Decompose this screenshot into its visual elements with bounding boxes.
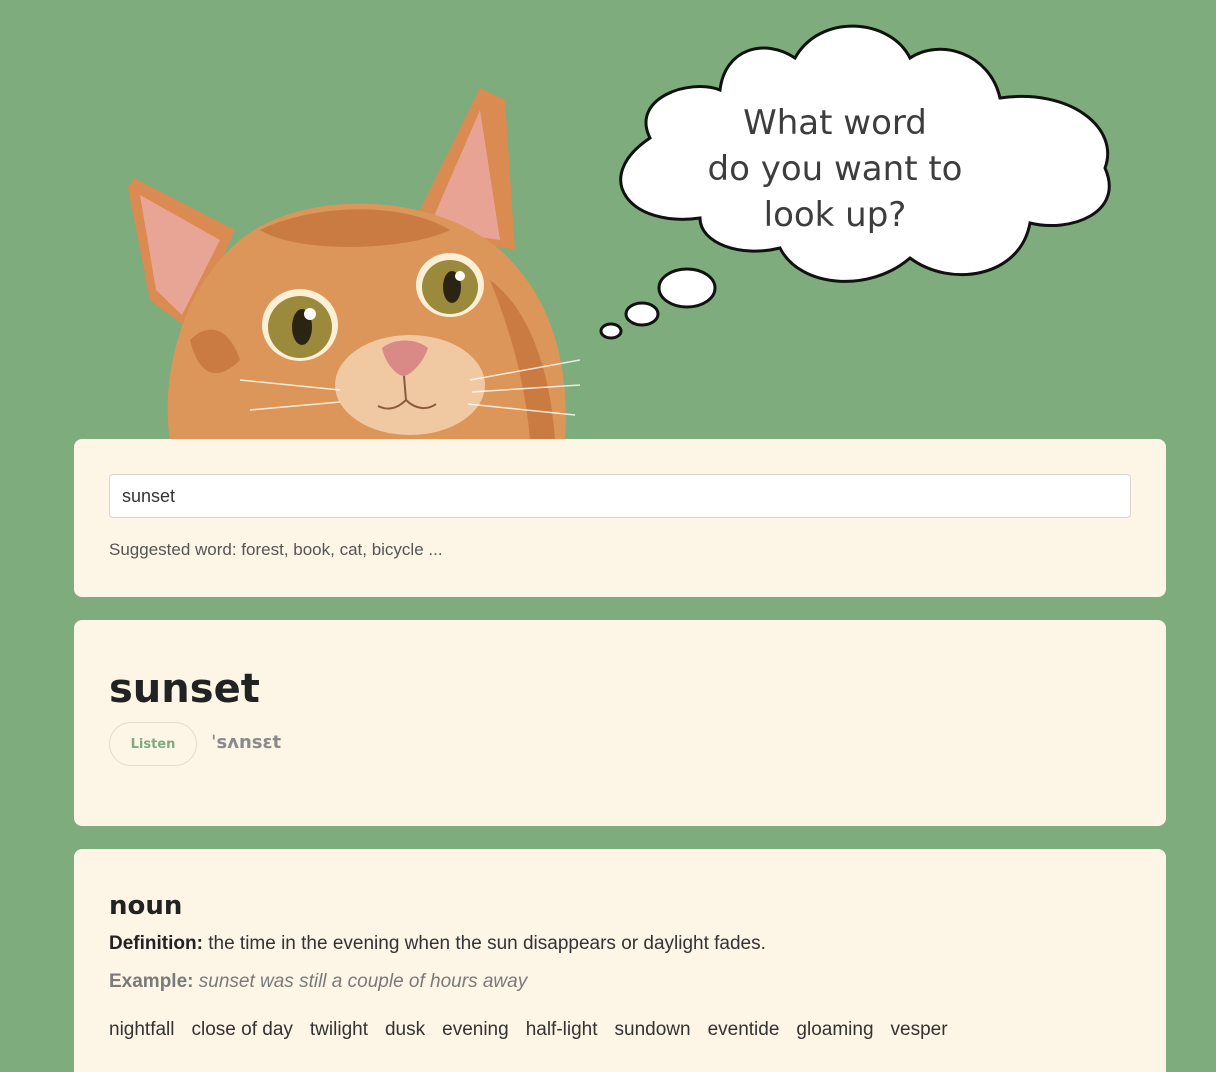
synonym[interactable]: evening xyxy=(442,1019,509,1041)
phonetic-text: ˈsʌnsɛt xyxy=(211,731,282,753)
search-card: Suggested word: forest, book, cat, bicyc… xyxy=(74,439,1166,597)
part-of-speech: noun xyxy=(109,891,183,921)
thought-line: look up? xyxy=(763,195,907,235)
synonym[interactable]: eventide xyxy=(708,1019,780,1041)
synonym[interactable]: nightfall xyxy=(109,1019,175,1041)
synonym[interactable]: gloaming xyxy=(796,1019,873,1041)
definition-label: Definition: xyxy=(109,933,203,954)
definition-text: the time in the evening when the sun dis… xyxy=(208,933,766,954)
synonym-list: nightfall close of day twilight dusk eve… xyxy=(109,1019,1131,1041)
word-title: sunset xyxy=(109,666,260,712)
definition: Definition: the time in the evening when… xyxy=(109,933,1131,955)
search-input[interactable] xyxy=(109,474,1131,518)
pronunciation-row: Listen ˈsʌnsɛt xyxy=(109,722,1131,766)
synonym[interactable]: dusk xyxy=(385,1019,425,1041)
listen-button[interactable]: Listen xyxy=(109,722,197,766)
page: What word do you want to look up? Sugges… xyxy=(0,0,1216,1072)
word-card: sunset Listen ˈsʌnsɛt xyxy=(74,620,1166,826)
synonym[interactable]: sundown xyxy=(615,1019,691,1041)
thought-line: do you want to xyxy=(707,149,963,189)
meaning-card: noun Definition: the time in the evening… xyxy=(74,849,1166,1072)
example: Example: sunset was still a couple of ho… xyxy=(109,971,1131,993)
synonym[interactable]: vesper xyxy=(891,1019,948,1041)
thought-line: What word xyxy=(743,103,927,143)
example-text: sunset was still a couple of hours away xyxy=(198,971,528,992)
synonym[interactable]: close of day xyxy=(192,1019,293,1041)
synonym[interactable]: twilight xyxy=(310,1019,368,1041)
header-illustration: What word do you want to look up? xyxy=(0,0,1216,440)
suggested-words: Suggested word: forest, book, cat, bicyc… xyxy=(109,540,443,559)
thought-bubble-text: What word do you want to look up? xyxy=(700,100,970,238)
cat-illustration xyxy=(128,88,580,440)
example-label: Example: xyxy=(109,971,194,992)
synonym[interactable]: half-light xyxy=(526,1019,598,1041)
